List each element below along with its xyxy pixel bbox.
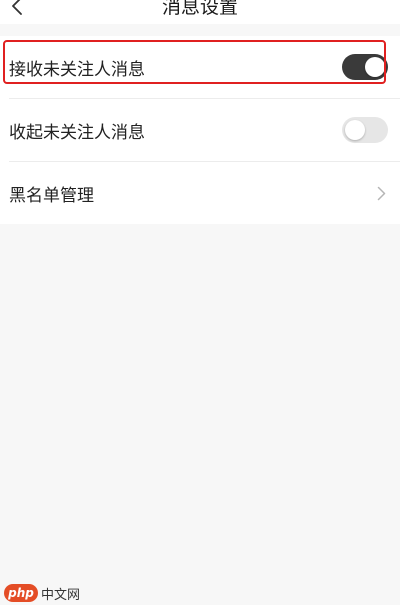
setting-row-blacklist[interactable]: 黑名单管理	[0, 162, 400, 224]
chevron-right-icon	[374, 183, 388, 203]
setting-label-collapse-unfollowed: 收起未关注人消息	[9, 122, 145, 143]
setting-row-receive-unfollowed[interactable]: 接收未关注人消息	[0, 36, 400, 98]
setting-row-collapse-unfollowed[interactable]: 收起未关注人消息	[0, 99, 400, 161]
receive-unfollowed-toggle[interactable]	[342, 54, 388, 80]
page-title: 消息设置	[161, 0, 238, 18]
setting-label-blacklist: 黑名单管理	[9, 185, 94, 206]
toggle-knob	[345, 120, 365, 140]
watermark-logo-text: php	[8, 586, 34, 600]
toggle-knob	[365, 57, 385, 77]
setting-label-receive-unfollowed: 接收未关注人消息	[9, 59, 145, 80]
navigation-bar: 消息设置	[0, 0, 400, 24]
watermark-logo: php	[4, 584, 38, 602]
watermark-site-text: 中文网	[41, 587, 81, 603]
collapse-unfollowed-toggle[interactable]	[342, 117, 388, 143]
watermark: php 中文网	[4, 583, 80, 603]
settings-list: 接收未关注人消息 收起未关注人消息 黑名单管理	[0, 36, 400, 224]
